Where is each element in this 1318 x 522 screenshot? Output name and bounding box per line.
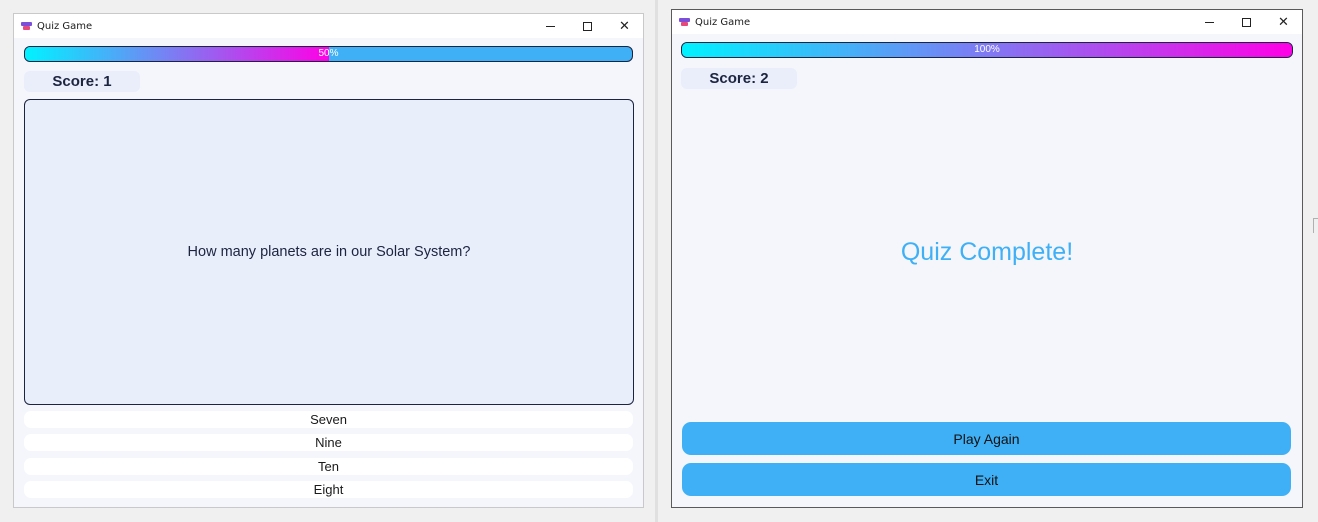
question-card: How many planets are in our Solar System… (24, 99, 634, 405)
close-icon[interactable]: ✕ (1265, 10, 1302, 34)
answer-button[interactable]: Eight (24, 481, 633, 498)
play-again-button[interactable]: Play Again (682, 422, 1291, 455)
quiz-window-complete: Quiz Game ✕ 100% Score: 2 Quiz Complete!… (671, 9, 1303, 508)
progress-bar: 50% (24, 46, 633, 62)
window-title: Quiz Game (37, 20, 93, 32)
progress-label: 50% (318, 48, 339, 59)
minimize-icon[interactable] (532, 14, 569, 38)
close-icon[interactable]: ✕ (606, 14, 643, 38)
score-label: Score: 2 (681, 68, 797, 89)
quiz-complete-message: Quiz Complete! (900, 238, 1074, 266)
progress-label: 100% (974, 44, 1000, 55)
quiz-window-question: Quiz Game ✕ 50% Score: 1 How many planet… (13, 13, 644, 508)
edge-mark (1313, 218, 1318, 233)
question-text: How many planets are in our Solar System… (187, 244, 471, 260)
window-title: Quiz Game (695, 16, 751, 28)
quiz-app-icon (679, 18, 690, 26)
exit-button[interactable]: Exit (682, 463, 1291, 496)
title-bar[interactable]: Quiz Game ✕ (14, 14, 643, 38)
progress-bar: 100% (681, 42, 1293, 58)
answer-button[interactable]: Seven (24, 411, 633, 428)
title-bar[interactable]: Quiz Game ✕ (672, 10, 1302, 34)
window-controls: ✕ (532, 14, 643, 38)
window-controls: ✕ (1191, 10, 1302, 34)
maximize-icon[interactable] (569, 14, 606, 38)
score-label: Score: 1 (24, 71, 140, 92)
maximize-icon[interactable] (1228, 10, 1265, 34)
minimize-icon[interactable] (1191, 10, 1228, 34)
answer-button[interactable]: Ten (24, 458, 633, 475)
quiz-app-icon (21, 22, 32, 30)
answer-button[interactable]: Nine (24, 434, 633, 451)
window-divider (655, 0, 658, 522)
